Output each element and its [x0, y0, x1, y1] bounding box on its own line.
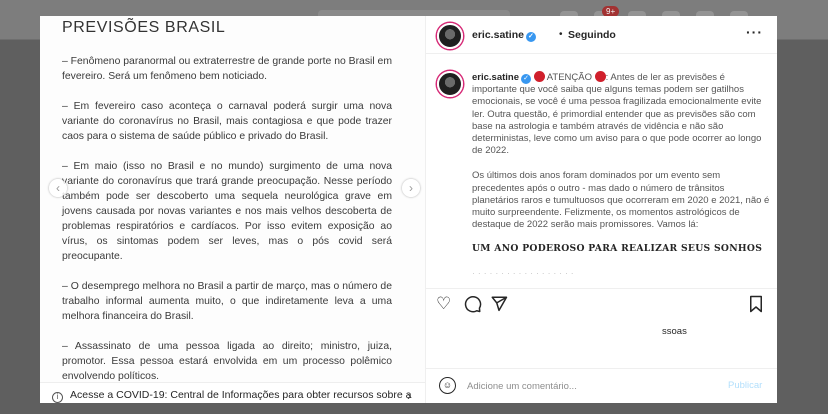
image-paragraph: – Em maio (isso no Brasil e no mundo) su… — [62, 161, 392, 262]
red-circle-emoji-icon — [594, 71, 606, 82]
publish-button[interactable]: Publicar — [728, 380, 762, 391]
separator-dot: • — [559, 29, 563, 40]
image-paragraph: – O desemprego melhora no Brasil a parti… — [62, 281, 392, 322]
covid-info-banner[interactable]: i Acesse a COVID-19: Central de Informaç… — [40, 382, 425, 403]
avatar[interactable] — [437, 23, 463, 49]
save-bookmark-icon[interactable] — [748, 295, 764, 316]
covid-info-text: Acesse a COVID-19: Central de Informaçõe… — [70, 389, 412, 401]
more-options-icon[interactable]: ··· — [746, 24, 763, 40]
previous-image-button[interactable]: ‹ — [49, 179, 67, 197]
image-paragraph: – Fenômeno paranormal ou extraterrestre … — [62, 56, 392, 82]
following-button[interactable]: Seguindo — [568, 29, 616, 41]
caption-faded-text: · · · · · · · · · · · · · · · · · · — [472, 267, 574, 279]
post-header: eric.satine ✓ • Seguindo ··· — [426, 16, 777, 54]
caption-text: eric.satine ✓ ATENÇÃO : Antes de ler as p… — [472, 71, 770, 280]
info-icon: i — [52, 392, 63, 403]
chevron-right-icon: › — [409, 181, 413, 195]
caption-username[interactable]: eric.satine — [472, 72, 519, 83]
header-username-link[interactable]: eric.satine ✓ — [472, 29, 536, 42]
share-icon[interactable] — [490, 295, 508, 316]
avatar[interactable] — [437, 71, 463, 97]
post-actions: ♡ — [426, 288, 777, 318]
comment-icon[interactable] — [464, 295, 482, 316]
post-details-panel: eric.satine ✓ • Seguindo ··· eric.satine ✓… — [426, 16, 777, 403]
username[interactable]: eric.satine — [472, 29, 524, 41]
verified-badge-icon: ✓ — [525, 32, 536, 42]
chevron-right-icon: › — [407, 388, 412, 403]
caption-paragraph: : Antes de ler as previsões é importante… — [472, 72, 762, 157]
caption-paragraph: Os últimos dois anos foram dominados por… — [472, 170, 770, 231]
red-circle-emoji-icon — [533, 71, 545, 82]
caption-heading: UM ANO PODEROSO PARA REALIZAR SEUS SONHO… — [472, 243, 763, 255]
image-title: PREVISÕES BRASIL — [62, 19, 226, 36]
add-comment-bar: ☺ Publicar — [426, 368, 777, 403]
caption-attention: ATENÇÃO — [546, 72, 592, 83]
post-image: PREVISÕES BRASIL – Fenômeno paranormal o… — [40, 16, 426, 403]
comment-input[interactable] — [467, 378, 707, 394]
post-caption: eric.satine ✓ ATENÇÃO : Antes de ler as p… — [426, 66, 777, 288]
emoji-smiley-icon[interactable]: ☺ — [439, 377, 456, 394]
post-modal: PREVISÕES BRASIL – Fenômeno paranormal o… — [40, 16, 777, 403]
verified-badge-icon: ✓ — [521, 74, 531, 84]
image-paragraph: – Em fevereiro caso aconteça o carnaval … — [62, 101, 392, 142]
image-text: – Fenômeno paranormal ou extraterrestre … — [62, 54, 392, 399]
next-image-button[interactable]: › — [402, 179, 420, 197]
like-heart-icon[interactable]: ♡ — [436, 295, 451, 312]
chevron-left-icon: ‹ — [56, 181, 60, 195]
image-paragraph: – Assassinato de uma pessoa ligada ao di… — [62, 341, 392, 382]
likes-count[interactable]: ssoas — [662, 326, 687, 337]
